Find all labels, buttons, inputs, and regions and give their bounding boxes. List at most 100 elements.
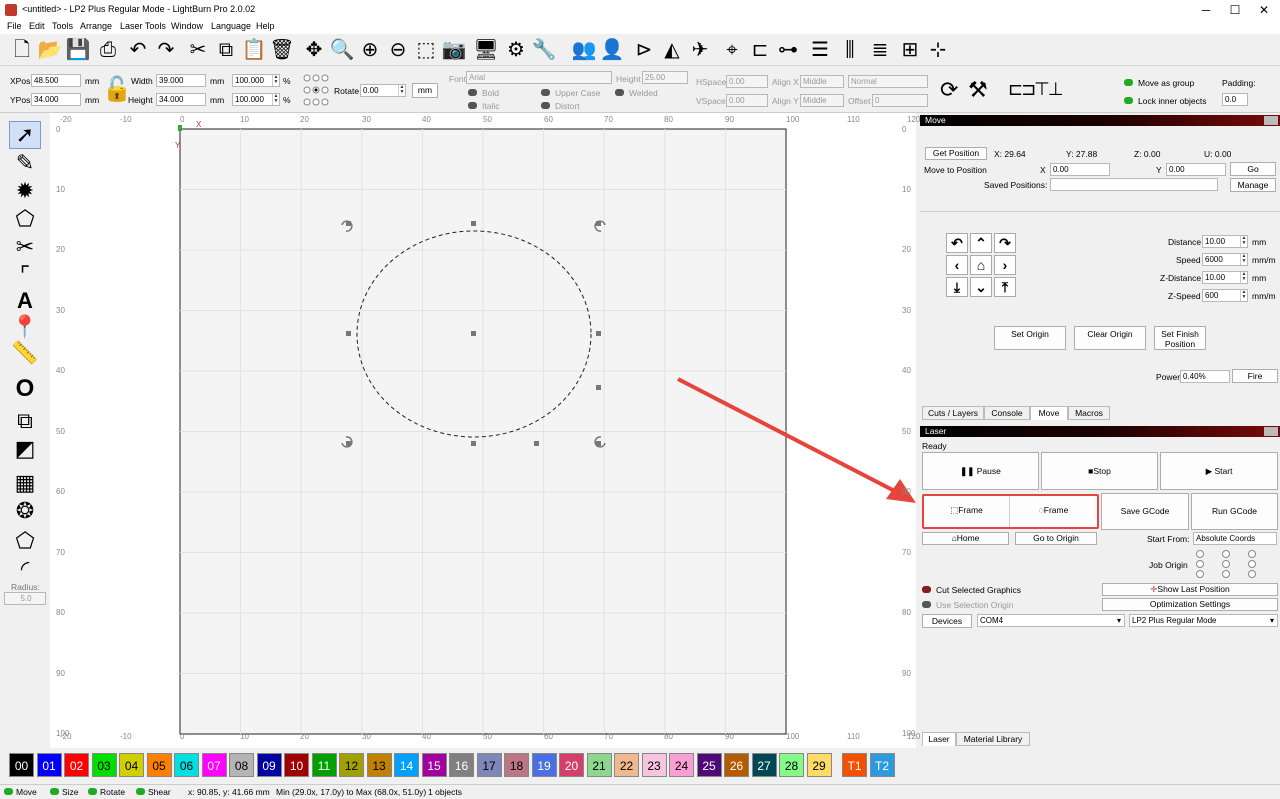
width-percent-input[interactable]: 100.000 ▲ ▼ [232,74,280,87]
zoom-in-icon[interactable]: ⊕ [356,36,384,64]
jog-right-icon[interactable]: › [994,255,1016,275]
layer-color-03[interactable]: 03 [91,753,117,777]
maximize-button[interactable]: ☐ [1221,0,1249,20]
rotate-toggle-icon[interactable] [88,788,97,795]
handle-bottom-skew[interactable] [534,441,539,446]
new-file-icon[interactable]: 🗋 [8,36,36,64]
panel-close-icon[interactable] [1264,427,1278,436]
manage-button[interactable]: Manage [1230,178,1276,192]
pan-icon[interactable]: ✥ [300,36,328,64]
lock-inner-objects-toggle-icon[interactable] [1124,97,1133,104]
start-from-select[interactable]: Absolute Coords [1193,532,1277,545]
layer-color-00[interactable]: 00 [9,753,34,777]
go-to-origin-button[interactable]: Go to Origin [1015,532,1097,545]
flip-horizontal-icon[interactable]: ⊳ [630,36,658,64]
italic-toggle-icon[interactable] [468,102,477,109]
cut-icon[interactable]: ✂ [184,36,212,64]
move-x-input[interactable]: 0.00 [1050,163,1110,176]
monitor-icon[interactable]: 🖥 [472,36,500,64]
edit-nodes-tool-icon[interactable]: ✎ [9,149,41,177]
layer-color-22[interactable]: 22 [614,753,639,777]
tab-move[interactable]: Move [1030,406,1068,420]
zoom-selected-icon[interactable]: 🔍 [328,36,356,64]
spin-arrows-icon[interactable]: ▲ ▼ [1240,272,1247,283]
layer-color-21[interactable]: 21 [586,753,612,777]
height-input[interactable]: 34.000 [156,93,206,106]
tab-macros[interactable]: Macros [1068,406,1110,420]
paste-icon[interactable]: 📋 [240,36,268,64]
layer-color-09[interactable]: 09 [256,753,282,777]
layer-color-12[interactable]: 12 [339,753,364,777]
job-origin-radio[interactable] [1222,570,1230,578]
spin-arrows-icon[interactable]: ▲ ▼ [1240,290,1247,301]
start-button[interactable]: ▶ Start [1160,452,1278,490]
star-tool-icon[interactable]: ✹ [9,177,41,205]
layer-color-T2[interactable]: T2 [869,753,895,777]
align-vertical-icon[interactable]: ⫼ [836,36,864,64]
offset-tool-icon[interactable]: O [9,375,41,403]
bold-toggle-icon[interactable] [468,89,477,96]
tools-icon[interactable]: 🔧 [530,36,558,64]
job-origin-grid[interactable] [1196,550,1260,578]
rotate-input[interactable]: 0.00 ▲ ▼ [360,84,406,97]
layer-color-26[interactable]: 26 [724,753,749,777]
menu-tools[interactable]: Tools [52,21,73,31]
rectangle-tool-icon[interactable]: ⌜ [9,261,41,289]
corner-tool-icon[interactable]: ⬠ [9,527,41,555]
text-tool-icon[interactable]: A [9,287,41,315]
zoom-out-icon[interactable]: ⊖ [384,36,412,64]
spin-arrows-icon[interactable]: ▲ ▼ [272,75,279,86]
set-finish-position-button[interactable]: Set Finish Position [1154,326,1206,350]
set-origin-button[interactable]: Set Origin [994,326,1066,350]
saved-positions-select[interactable] [1050,178,1218,191]
mirror-icon[interactable]: ◭ [658,36,686,64]
menu-edit[interactable]: Edit [29,21,45,31]
get-position-button[interactable]: Get Position [925,147,987,160]
align-x-select[interactable]: Middle [800,75,844,88]
width-input[interactable]: 39.000 [156,74,206,87]
clear-origin-button[interactable]: Clear Origin [1074,326,1146,350]
circular-array-icon[interactable]: ❂ [9,497,41,525]
redo-icon[interactable]: ↷ [152,36,180,64]
menu-laser-tools[interactable]: Laser Tools [120,21,166,31]
layer-color-20[interactable]: 20 [559,753,584,777]
menu-window[interactable]: Window [171,21,203,31]
job-origin-radio[interactable] [1196,570,1204,578]
spin-arrows-icon[interactable]: ▲ ▼ [1240,236,1247,247]
layer-color-28[interactable]: 28 [779,753,804,777]
layer-color-05[interactable]: 05 [146,753,172,777]
frame-rectangle-button[interactable]: ⬚Frame [924,496,1010,527]
grid-array-icon[interactable]: ▦ [9,469,41,497]
move-as-group-toggle-icon[interactable] [1124,79,1133,86]
hspace-input[interactable]: 0.00 [726,75,768,88]
delete-icon[interactable]: 🗑 [268,36,296,64]
send-icon[interactable]: ✈ [686,36,714,64]
units-toggle-button[interactable]: mm [412,83,438,98]
shear-toggle-icon[interactable] [136,788,145,795]
layer-color-15[interactable]: 15 [421,753,447,777]
font-select[interactable]: Arial [466,71,612,84]
dock-icons[interactable]: ⊏⊐⊤⊥ [1008,79,1064,100]
layer-color-25[interactable]: 25 [696,753,722,777]
text-mode-select[interactable]: Normal [848,75,928,88]
polygon-tool-icon[interactable]: ⬠ [9,205,41,233]
close-button[interactable]: ✕ [1250,0,1278,20]
layer-color-14[interactable]: 14 [394,753,419,777]
ungroup-icon[interactable]: 👤 [598,36,626,64]
copy-icon[interactable]: ⧉ [212,36,240,64]
move-y-input[interactable]: 0.00 [1166,163,1226,176]
align-middle-icon[interactable]: ⊞ [896,36,924,64]
device-select[interactable]: LP2 Plus Regular Mode ▾ [1129,614,1278,627]
cut-selected-toggle-icon[interactable] [922,586,931,593]
optimization-settings-button[interactable]: Optimization Settings [1102,598,1278,611]
undo-icon[interactable]: ↶ [124,36,152,64]
handle-skew[interactable] [596,385,601,390]
menu-help[interactable]: Help [256,21,275,31]
boolean-union-icon[interactable]: ⧉ [9,407,41,435]
font-height-input[interactable]: 25.00 [642,71,688,84]
layer-color-13[interactable]: 13 [366,753,392,777]
spin-arrows-icon[interactable]: ▲ ▼ [398,85,405,96]
jog-z-down-icon[interactable]: ⤓ [946,277,968,297]
camera-icon[interactable]: 📷 [440,36,468,64]
layer-color-10[interactable]: 10 [284,753,309,777]
